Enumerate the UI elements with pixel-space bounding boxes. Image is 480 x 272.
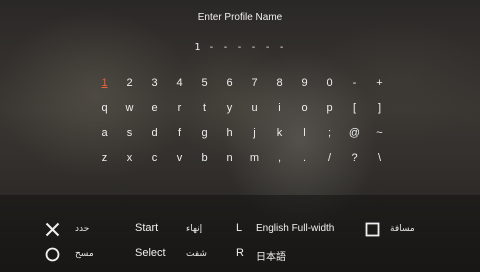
- keyboard-key[interactable]: [: [342, 102, 367, 114]
- square-hint-label: مسافة: [390, 224, 415, 234]
- l-hint-label: English Full-width: [256, 223, 335, 234]
- profile-name-field[interactable]: 1 - - - - - -: [0, 42, 480, 53]
- keyboard-row: a s d f g h j k l; @ ~: [92, 120, 392, 145]
- cross-icon: [45, 222, 60, 237]
- keyboard-key[interactable]: c: [142, 152, 167, 164]
- keyboard-key[interactable]: 9: [292, 77, 317, 89]
- keyboard-key[interactable]: d: [142, 127, 167, 139]
- start-hint-label: إنهاء: [186, 224, 203, 234]
- keyboard-row: 1 2 3 4 5 6 7 8 9 0- +: [92, 70, 392, 95]
- keyboard-key[interactable]: i: [267, 102, 292, 114]
- keyboard-key[interactable]: \: [367, 152, 392, 164]
- keyboard-key[interactable]: 2: [117, 77, 142, 89]
- keyboard-key[interactable]: 5: [192, 77, 217, 89]
- keyboard-key[interactable]: b: [192, 152, 217, 164]
- keyboard-key[interactable]: 0: [317, 77, 342, 89]
- keyboard-key[interactable]: 3: [142, 77, 167, 89]
- keyboard-key[interactable]: l: [292, 127, 317, 139]
- select-button-hint: Select: [135, 247, 166, 259]
- keyboard-key[interactable]: 6: [217, 77, 242, 89]
- keyboard-key[interactable]: ?: [342, 152, 367, 164]
- square-icon: [365, 222, 380, 237]
- on-screen-keyboard: 1 2 3 4 5 6 7 8 9 0- + q w e r t y u i o p[] a s d f g h j k l; @ ~ z x c v…: [92, 70, 392, 170]
- keyboard-key-selected[interactable]: 1: [92, 77, 117, 89]
- keyboard-key[interactable]: o: [292, 102, 317, 114]
- keyboard-key[interactable]: u: [242, 102, 267, 114]
- select-hint-label: شفت: [186, 249, 207, 259]
- keyboard-key[interactable]: -: [342, 77, 367, 89]
- keyboard-key[interactable]: t: [192, 102, 217, 114]
- keyboard-key[interactable]: q: [92, 102, 117, 114]
- keyboard-key[interactable]: e: [142, 102, 167, 114]
- keyboard-key[interactable]: r: [167, 102, 192, 114]
- keyboard-key[interactable]: +: [367, 77, 392, 89]
- keyboard-key[interactable]: w: [117, 102, 142, 114]
- dialog-title: Enter Profile Name: [197, 12, 283, 23]
- keyboard-key[interactable]: ;: [317, 127, 342, 139]
- circle-hint-label: مسح: [75, 249, 94, 259]
- keyboard-key[interactable]: /: [317, 152, 342, 164]
- keyboard-key[interactable]: 7: [242, 77, 267, 89]
- keyboard-row: q w e r t y u i o p[]: [92, 95, 392, 120]
- keyboard-key[interactable]: y: [217, 102, 242, 114]
- keyboard-key[interactable]: k: [267, 127, 292, 139]
- keyboard-key[interactable]: z: [92, 152, 117, 164]
- r-hint-label: 日本語: [256, 252, 286, 263]
- keyboard-key[interactable]: ]: [367, 102, 392, 114]
- keyboard-key[interactable]: ,: [267, 152, 292, 164]
- keyboard-key[interactable]: 4: [167, 77, 192, 89]
- keyboard-key[interactable]: a: [92, 127, 117, 139]
- keyboard-key[interactable]: n: [217, 152, 242, 164]
- keyboard-key[interactable]: @: [342, 127, 367, 139]
- start-button-hint: Start: [135, 222, 159, 234]
- keyboard-key[interactable]: ~: [367, 127, 392, 139]
- cross-hint-label: حدد: [75, 224, 90, 234]
- keyboard-key[interactable]: g: [192, 127, 217, 139]
- keyboard-key[interactable]: s: [117, 127, 142, 139]
- keyboard-key[interactable]: h: [217, 127, 242, 139]
- r-button-hint: R: [236, 247, 244, 259]
- keyboard-key[interactable]: f: [167, 127, 192, 139]
- keyboard-key[interactable]: .: [292, 152, 317, 164]
- keyboard-key[interactable]: 8: [267, 77, 292, 89]
- keyboard-key[interactable]: x: [117, 152, 142, 164]
- keyboard-row: z x c v b n m,. /? \: [92, 145, 392, 170]
- l-button-hint: L: [236, 222, 243, 234]
- keyboard-key[interactable]: p: [317, 102, 342, 114]
- keyboard-key[interactable]: m: [242, 152, 267, 164]
- keyboard-key[interactable]: j: [242, 127, 267, 139]
- keyboard-key[interactable]: v: [167, 152, 192, 164]
- circle-icon: [45, 247, 60, 262]
